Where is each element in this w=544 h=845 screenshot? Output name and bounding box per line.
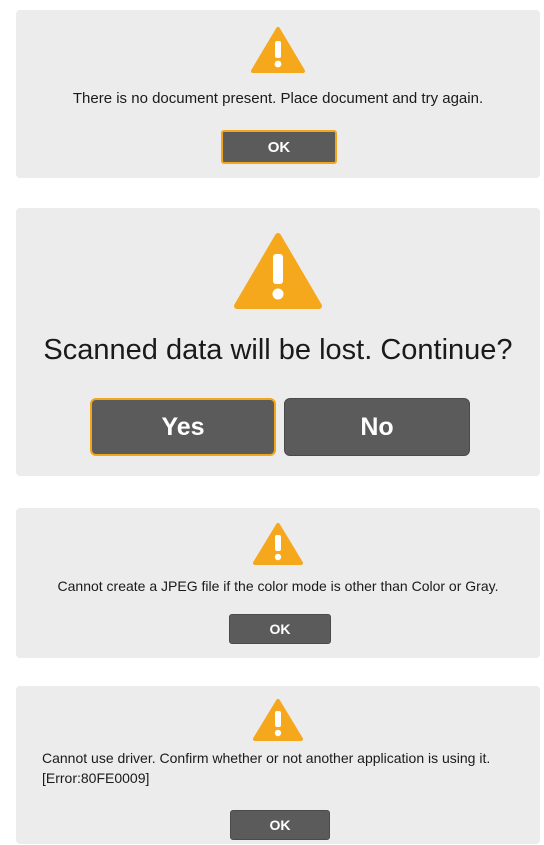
no-button[interactable]: No: [284, 398, 470, 456]
ok-button[interactable]: OK: [229, 614, 331, 644]
driver-in-use-dialog: Cannot use driver. Confirm whether or no…: [16, 686, 540, 844]
ok-button[interactable]: OK: [230, 810, 330, 840]
ok-button[interactable]: OK: [221, 130, 337, 164]
warning-icon: [251, 27, 305, 73]
warning-icon: [253, 523, 303, 565]
warning-icon: [234, 233, 322, 309]
confirm-continue-dialog: Scanned data will be lost. Continue? Yes…: [16, 208, 540, 476]
jpeg-color-mode-dialog: Cannot create a JPEG file if the color m…: [16, 508, 540, 658]
warning-icon: [253, 699, 303, 741]
error-code: [Error:80FE0009]: [42, 770, 150, 786]
dialog-message: Cannot create a JPEG file if the color m…: [57, 578, 499, 594]
dialog-message: There is no document present. Place docu…: [72, 90, 484, 107]
yes-button[interactable]: Yes: [90, 398, 276, 456]
dialog-message: Cannot use driver. Confirm whether or no…: [42, 750, 491, 766]
dialog-message: Scanned data will be lost. Continue?: [43, 334, 513, 366]
no-document-dialog: There is no document present. Place docu…: [16, 10, 540, 178]
